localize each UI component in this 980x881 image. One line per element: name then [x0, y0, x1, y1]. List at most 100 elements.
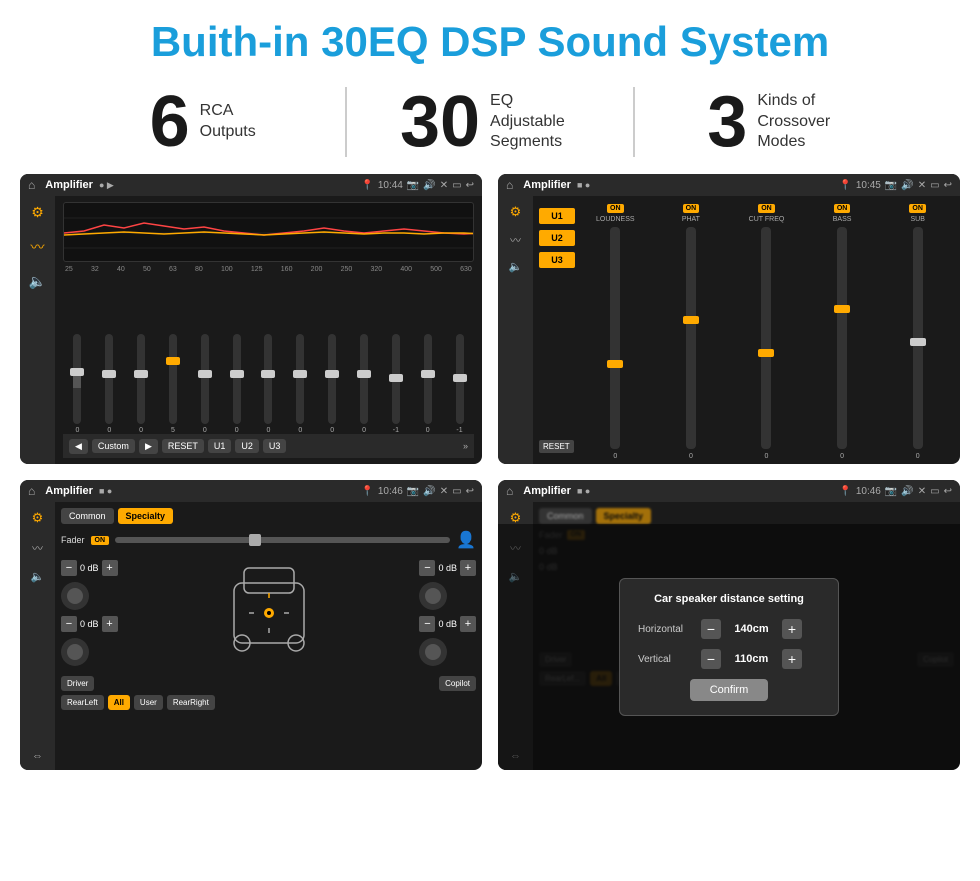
amp-sub-thumb[interactable] — [910, 338, 926, 346]
eq-slider-track-10[interactable] — [360, 334, 368, 424]
cross-speaker-icon[interactable]: 🔈 — [31, 570, 45, 583]
home-icon[interactable]: ⌂ — [28, 178, 35, 192]
eq-slider-thumb-8[interactable] — [293, 370, 307, 378]
eq-play-btn[interactable]: ▶ — [139, 439, 158, 454]
cross-wave-icon[interactable]: 〰 — [32, 540, 43, 556]
eq-slider-track-2[interactable] — [105, 334, 113, 424]
dialog-horizontal-minus[interactable]: − — [701, 619, 721, 639]
amp-bass-track[interactable] — [837, 227, 847, 449]
eq-custom-btn[interactable]: Custom — [92, 439, 135, 453]
cross-rearright-btn[interactable]: RearRight — [167, 695, 215, 710]
dialog-vertical-plus[interactable]: + — [782, 649, 802, 669]
amp-phat-track[interactable] — [686, 227, 696, 449]
eq-slider-thumb-5[interactable] — [198, 370, 212, 378]
cross-left-plus-1[interactable]: + — [102, 560, 118, 576]
amp-u3-btn[interactable]: U3 — [539, 252, 575, 268]
amp-phat-thumb[interactable] — [683, 316, 699, 324]
cross-tune-icon[interactable]: ⚙ — [32, 510, 44, 526]
eq-slider-thumb-9[interactable] — [325, 370, 339, 378]
status-dot-4: ■ ● — [577, 486, 590, 496]
eq-slider-thumb-13[interactable] — [453, 374, 467, 382]
volume-icon-3: 🔊 — [423, 486, 435, 497]
cross-user-btn[interactable]: User — [134, 695, 163, 710]
eq-slider-thumb-6[interactable] — [230, 370, 244, 378]
eq-slider-track-7[interactable] — [264, 334, 272, 424]
eq-slider-thumb-2[interactable] — [102, 370, 116, 378]
cross-right-minus-2[interactable]: − — [419, 616, 435, 632]
cross-common-tab[interactable]: Common — [61, 508, 114, 524]
amp-bass-thumb[interactable] — [834, 305, 850, 313]
dialog-horizontal-plus[interactable]: + — [782, 619, 802, 639]
amp-cutfreq-track[interactable] — [761, 227, 771, 449]
freq-32: 32 — [91, 266, 99, 273]
eq-reset-btn[interactable]: RESET — [162, 439, 204, 453]
home-icon-2[interactable]: ⌂ — [506, 178, 513, 192]
cross-copilot-btn[interactable]: Copilot — [439, 676, 476, 691]
amp-reset-btn[interactable]: RESET — [539, 440, 574, 453]
cross-speaker-fr — [419, 582, 447, 610]
status-bar-1: ⌂ Amplifier ● ▶ 📍 10:44 📷 🔊 ✕ ▭ ↩ — [20, 174, 482, 196]
status-title-3: Amplifier — [45, 485, 93, 497]
eq-slider-track-8[interactable] — [296, 334, 304, 424]
eq-wave-icon[interactable]: 〰 — [31, 237, 45, 257]
status-title-4: Amplifier — [523, 485, 571, 497]
eq-slider-track-5[interactable] — [201, 334, 209, 424]
amp-u1-btn[interactable]: U1 — [539, 208, 575, 224]
cross-driver-btn[interactable]: Driver — [61, 676, 94, 691]
eq-slider-track-13[interactable] — [456, 334, 464, 424]
eq-slider-thumb-10[interactable] — [357, 370, 371, 378]
amp-loudness-track[interactable] — [610, 227, 620, 449]
amp-band-cutfreq: ON CUT FREQ 0 — [730, 204, 803, 460]
eq-slider-track-1[interactable] — [73, 334, 81, 424]
eq-slider-thumb-1[interactable] — [70, 368, 84, 376]
cross-left-minus-2[interactable]: − — [61, 616, 77, 632]
amp-cutfreq-thumb[interactable] — [758, 349, 774, 357]
eq-prev-btn[interactable]: ◀ — [69, 439, 88, 454]
amp-u2-btn[interactable]: U2 — [539, 230, 575, 246]
eq-slider-track-3[interactable] — [137, 334, 145, 424]
dialog-confirm-btn[interactable]: Confirm — [690, 679, 769, 701]
cross-specialty-tab[interactable]: Specialty — [118, 508, 174, 524]
cross-car-svg — [224, 558, 314, 668]
eq-slider-thumb-7[interactable] — [261, 370, 275, 378]
eq-u2-btn[interactable]: U2 — [235, 439, 259, 453]
amp-cutfreq-on: ON — [758, 204, 775, 213]
cross-fader-thumb[interactable] — [249, 534, 261, 546]
amp-loudness-thumb[interactable] — [607, 360, 623, 368]
eq-slider-val-8: 0 — [298, 427, 302, 434]
eq-content: ⚙ 〰 🔈 — [20, 196, 482, 464]
cross-right-plus-1[interactable]: + — [460, 560, 476, 576]
cross-all-btn[interactable]: All — [108, 695, 130, 710]
cross-sidebar: ⚙ 〰 🔈 ⇔ — [20, 502, 55, 770]
amp-speaker-icon[interactable]: 🔈 — [509, 260, 523, 273]
dialog-vertical-minus[interactable]: − — [701, 649, 721, 669]
eq-slider-thumb-12[interactable] — [421, 370, 435, 378]
cross-left-plus-2[interactable]: + — [102, 616, 118, 632]
cross-right-minus-1[interactable]: − — [419, 560, 435, 576]
amp-tune-icon[interactable]: ⚙ — [510, 204, 522, 220]
eq-slider-track-11[interactable] — [392, 334, 400, 424]
amp-sub-track[interactable] — [913, 227, 923, 449]
eq-slider-thumb-11[interactable] — [389, 374, 403, 382]
eq-slider-track-9[interactable] — [328, 334, 336, 424]
eq-slider-track-4[interactable] — [169, 334, 177, 424]
eq-slider-val-7: 0 — [267, 427, 271, 434]
eq-slider-track-6[interactable] — [233, 334, 241, 424]
eq-speaker-icon[interactable]: 🔈 — [29, 273, 46, 290]
eq-slider-thumb-3[interactable] — [134, 370, 148, 378]
cross-arrows-icon[interactable]: ⇔ — [32, 750, 43, 762]
cross-left-minus-1[interactable]: − — [61, 560, 77, 576]
eq-slider-thumb-4[interactable] — [166, 357, 180, 365]
eq-u1-btn[interactable]: U1 — [208, 439, 232, 453]
home-icon-3[interactable]: ⌂ — [28, 484, 35, 498]
amp-wave-icon[interactable]: 〰 — [510, 232, 521, 248]
eq-tune-icon[interactable]: ⚙ — [31, 204, 44, 221]
eq-slider-col-6: 0 — [222, 334, 251, 434]
cross-right-plus-2[interactable]: + — [460, 616, 476, 632]
eq-slider-val-9: 0 — [330, 427, 334, 434]
cross-rearleft-btn[interactable]: RearLeft — [61, 695, 104, 710]
home-icon-4[interactable]: ⌂ — [506, 484, 513, 498]
eq-slider-track-12[interactable] — [424, 334, 432, 424]
cross-fader-track[interactable] — [115, 537, 450, 543]
eq-u3-btn[interactable]: U3 — [263, 439, 287, 453]
